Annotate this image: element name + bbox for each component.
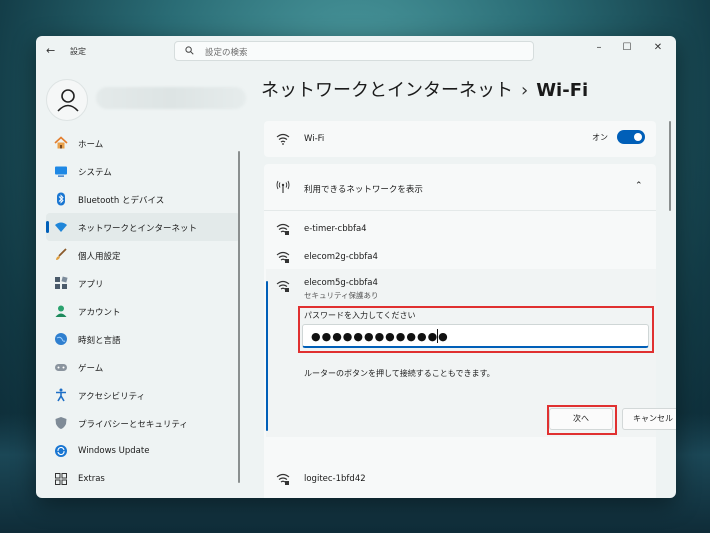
wifi-label: Wi-Fi	[304, 134, 325, 144]
wifi-toggle-card: Wi-Fi オン	[264, 121, 656, 157]
sidebar-item-accessibility[interactable]: アクセシビリティ	[46, 381, 240, 409]
minimize-button[interactable]: –	[589, 41, 609, 55]
update-icon	[55, 445, 67, 457]
network-ssid: elecom2g-cbbfa4	[304, 252, 378, 262]
highlight-box-password	[298, 306, 654, 353]
sidebar-item-label: 個人用設定	[78, 252, 121, 262]
sidebar-item-label: アプリ	[78, 280, 104, 290]
sidebar-item-personalization[interactable]: 個人用設定	[46, 241, 240, 269]
wifi-icon	[276, 133, 290, 145]
page-title: ネットワークとインターネット › Wi-Fi	[261, 76, 588, 102]
main-scrollbar[interactable]	[669, 121, 671, 211]
wifi-toggle[interactable]	[617, 130, 645, 144]
active-indicator	[46, 221, 49, 233]
network-item[interactable]: elecom2g-cbbfa4	[264, 244, 656, 270]
sidebar-item-bluetooth[interactable]: Bluetooth とデバイス	[46, 185, 240, 213]
sidebar-item-label: Windows Update	[78, 446, 150, 456]
sidebar-item-home[interactable]: ホーム	[46, 129, 240, 157]
account-icon	[55, 305, 67, 317]
network-ssid: logitec-1bfd42	[304, 474, 366, 484]
router-button-hint: ルーターのボタンを押して接続することもできます。	[304, 369, 495, 378]
extras-icon	[55, 473, 67, 485]
search-input[interactable]: 設定の検索	[174, 41, 534, 61]
globe-icon	[55, 333, 67, 345]
gamepad-icon	[55, 364, 67, 371]
settings-window: ← 設定 設定の検索 – ☐ ✕ ホーム システム Bluetooth とデバイ…	[36, 36, 676, 498]
divider	[264, 210, 656, 211]
sidebar-item-label: プライバシーとセキュリティ	[78, 420, 188, 430]
network-icon	[55, 222, 67, 232]
networks-section-header[interactable]: 利用できるネットワークを表示 ⌃	[264, 164, 656, 210]
sidebar-item-label: ネットワークとインターネット	[78, 224, 198, 234]
sidebar-item-windows-update[interactable]: Windows Update	[46, 437, 240, 465]
wifi-state-label: オン	[592, 133, 608, 142]
shield-icon	[55, 417, 67, 429]
wifi-secured-icon	[276, 280, 290, 292]
network-item-expanded: elecom5g-cbbfa4 セキュリティ保護あり パスワードを入力してくださ…	[266, 269, 676, 437]
search-placeholder: 設定の検索	[205, 48, 248, 58]
wifi-secured-icon	[276, 223, 290, 235]
breadcrumb-parent[interactable]: ネットワークとインターネット	[261, 80, 513, 101]
close-button[interactable]: ✕	[648, 41, 668, 55]
sidebar-item-label: Bluetooth とデバイス	[78, 196, 165, 206]
network-item[interactable]: logitec-1bfd42	[264, 466, 656, 492]
sidebar-item-label: Extras	[78, 474, 105, 484]
bluetooth-icon	[57, 192, 65, 206]
title-bar: ← 設定 設定の検索 – ☐ ✕	[36, 36, 676, 66]
app-title: 設定	[70, 47, 86, 56]
wifi-secured-icon	[276, 473, 290, 485]
breadcrumb-separator: ›	[521, 80, 529, 101]
sidebar-item-label: ホーム	[78, 140, 104, 150]
sidebar-nav: ホーム システム Bluetooth とデバイス ネットワークとインターネット	[46, 129, 240, 493]
network-item[interactable]: aterm-46262c-g	[264, 494, 656, 498]
sidebar-item-gaming[interactable]: ゲーム	[46, 353, 240, 381]
sidebar-item-network[interactable]: ネットワークとインターネット	[46, 213, 240, 241]
user-name-blurred	[96, 87, 246, 109]
sidebar-item-label: システム	[78, 168, 112, 178]
network-ssid: e-timer-cbbfa4	[304, 224, 367, 234]
network-security-status: セキュリティ保護あり	[304, 291, 379, 300]
brush-icon	[56, 248, 67, 260]
sidebar-item-label: 時刻と言語	[78, 336, 121, 346]
user-icon	[57, 89, 79, 112]
maximize-button[interactable]: ☐	[617, 41, 637, 55]
sidebar-item-time-language[interactable]: 時刻と言語	[46, 325, 240, 353]
toggle-knob	[634, 133, 642, 141]
sidebar-item-accounts[interactable]: アカウント	[46, 297, 240, 325]
network-item[interactable]: e-timer-cbbfa4	[264, 216, 656, 242]
selected-indicator	[266, 281, 268, 431]
sidebar-scrollbar[interactable]	[238, 151, 240, 483]
home-icon	[54, 136, 68, 149]
sidebar-item-label: アカウント	[78, 308, 121, 318]
breadcrumb-current: Wi-Fi	[536, 80, 589, 101]
networks-section-label: 利用できるネットワークを表示	[304, 185, 423, 195]
sidebar-item-label: ゲーム	[78, 364, 104, 374]
wifi-secured-icon	[276, 251, 290, 263]
sidebar-item-label: アクセシビリティ	[78, 392, 146, 402]
chevron-up-icon[interactable]: ⌃	[635, 181, 643, 191]
avatar[interactable]	[46, 79, 88, 121]
back-arrow-icon[interactable]: ←	[46, 45, 58, 57]
sidebar-item-apps[interactable]: アプリ	[46, 269, 240, 297]
sidebar-item-system[interactable]: システム	[46, 157, 240, 185]
antenna-icon	[276, 180, 290, 193]
highlight-box-next	[547, 405, 617, 435]
sidebar-item-extras[interactable]: Extras	[46, 465, 240, 493]
system-icon	[55, 166, 67, 177]
search-icon	[185, 46, 194, 55]
cancel-button[interactable]: キャンセル	[622, 408, 676, 430]
sidebar-item-privacy[interactable]: プライバシーとセキュリティ	[46, 409, 240, 437]
accessibility-icon	[56, 388, 66, 402]
apps-icon	[55, 276, 68, 289]
network-ssid: elecom5g-cbbfa4	[304, 278, 378, 288]
